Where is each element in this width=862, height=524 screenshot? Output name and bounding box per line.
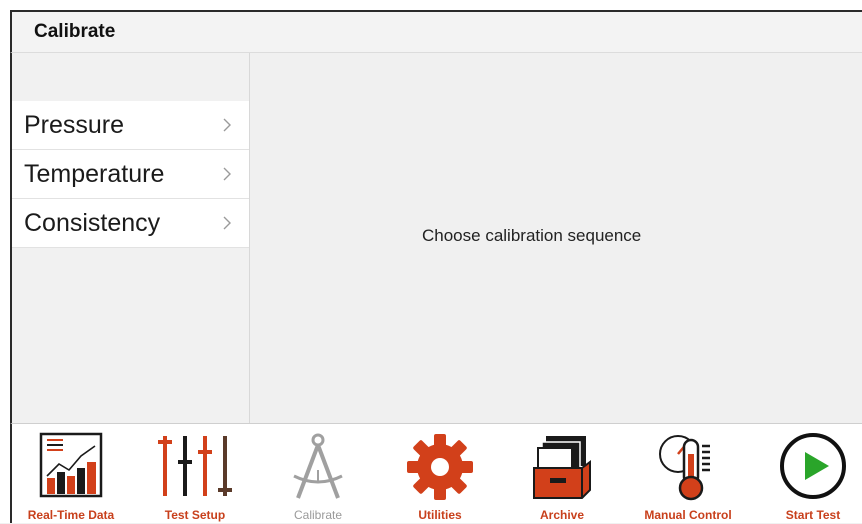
chevron-right-icon (223, 216, 231, 230)
toolbar-label: Test Setup (164, 508, 226, 522)
gear-icon (407, 434, 473, 500)
toolbar-label: Manual Control (644, 508, 732, 522)
toolbar-label: Calibrate (293, 508, 343, 522)
window-frame-top (10, 0, 862, 12)
calibration-menu: Pressure Temperature Consistency (12, 101, 249, 248)
sliders-icon (158, 436, 232, 496)
menu-item-consistency[interactable]: Consistency (12, 199, 249, 248)
play-icon (780, 433, 846, 499)
menu-item-label: Temperature (24, 160, 165, 188)
bottom-toolbar: Real-Time Data Test Setup Calibrate Util… (10, 423, 862, 523)
title-bar: Calibrate (10, 12, 862, 53)
chevron-right-icon (223, 167, 231, 181)
toolbar-label: Archive (539, 508, 585, 522)
chevron-right-icon (223, 118, 231, 132)
page-title: Calibrate (34, 21, 116, 42)
manual-control-button[interactable]: Manual Control (629, 424, 747, 524)
test-setup-button[interactable]: Test Setup (136, 424, 254, 524)
instruction-text: Choose calibration sequence (422, 226, 642, 245)
toolbar-label: Real-Time Data (27, 508, 115, 522)
calibrate-button[interactable]: Calibrate (259, 424, 377, 524)
toolbar-label: Start Test (785, 508, 841, 522)
window-frame-left (0, 0, 10, 523)
chart-icon (39, 432, 103, 498)
content-panel: Choose calibration sequence (250, 53, 862, 423)
toolbar-label: Utilities (418, 508, 462, 522)
menu-item-pressure[interactable]: Pressure (12, 101, 249, 150)
menu-item-label: Pressure (24, 111, 125, 139)
thermometer-gauge-icon (659, 435, 710, 501)
utilities-button[interactable]: Utilities (381, 424, 499, 524)
compass-icon (293, 433, 343, 499)
menu-item-temperature[interactable]: Temperature (12, 150, 249, 199)
real-time-data-button[interactable]: Real-Time Data (12, 424, 130, 524)
start-test-button[interactable]: Start Test (754, 424, 862, 524)
main-area: Pressure Temperature Consistency Choose … (10, 53, 862, 423)
archive-button[interactable]: Archive (503, 424, 621, 524)
archive-box-icon (533, 436, 591, 499)
sidebar: Pressure Temperature Consistency (12, 53, 250, 423)
menu-item-label: Consistency (24, 209, 161, 237)
